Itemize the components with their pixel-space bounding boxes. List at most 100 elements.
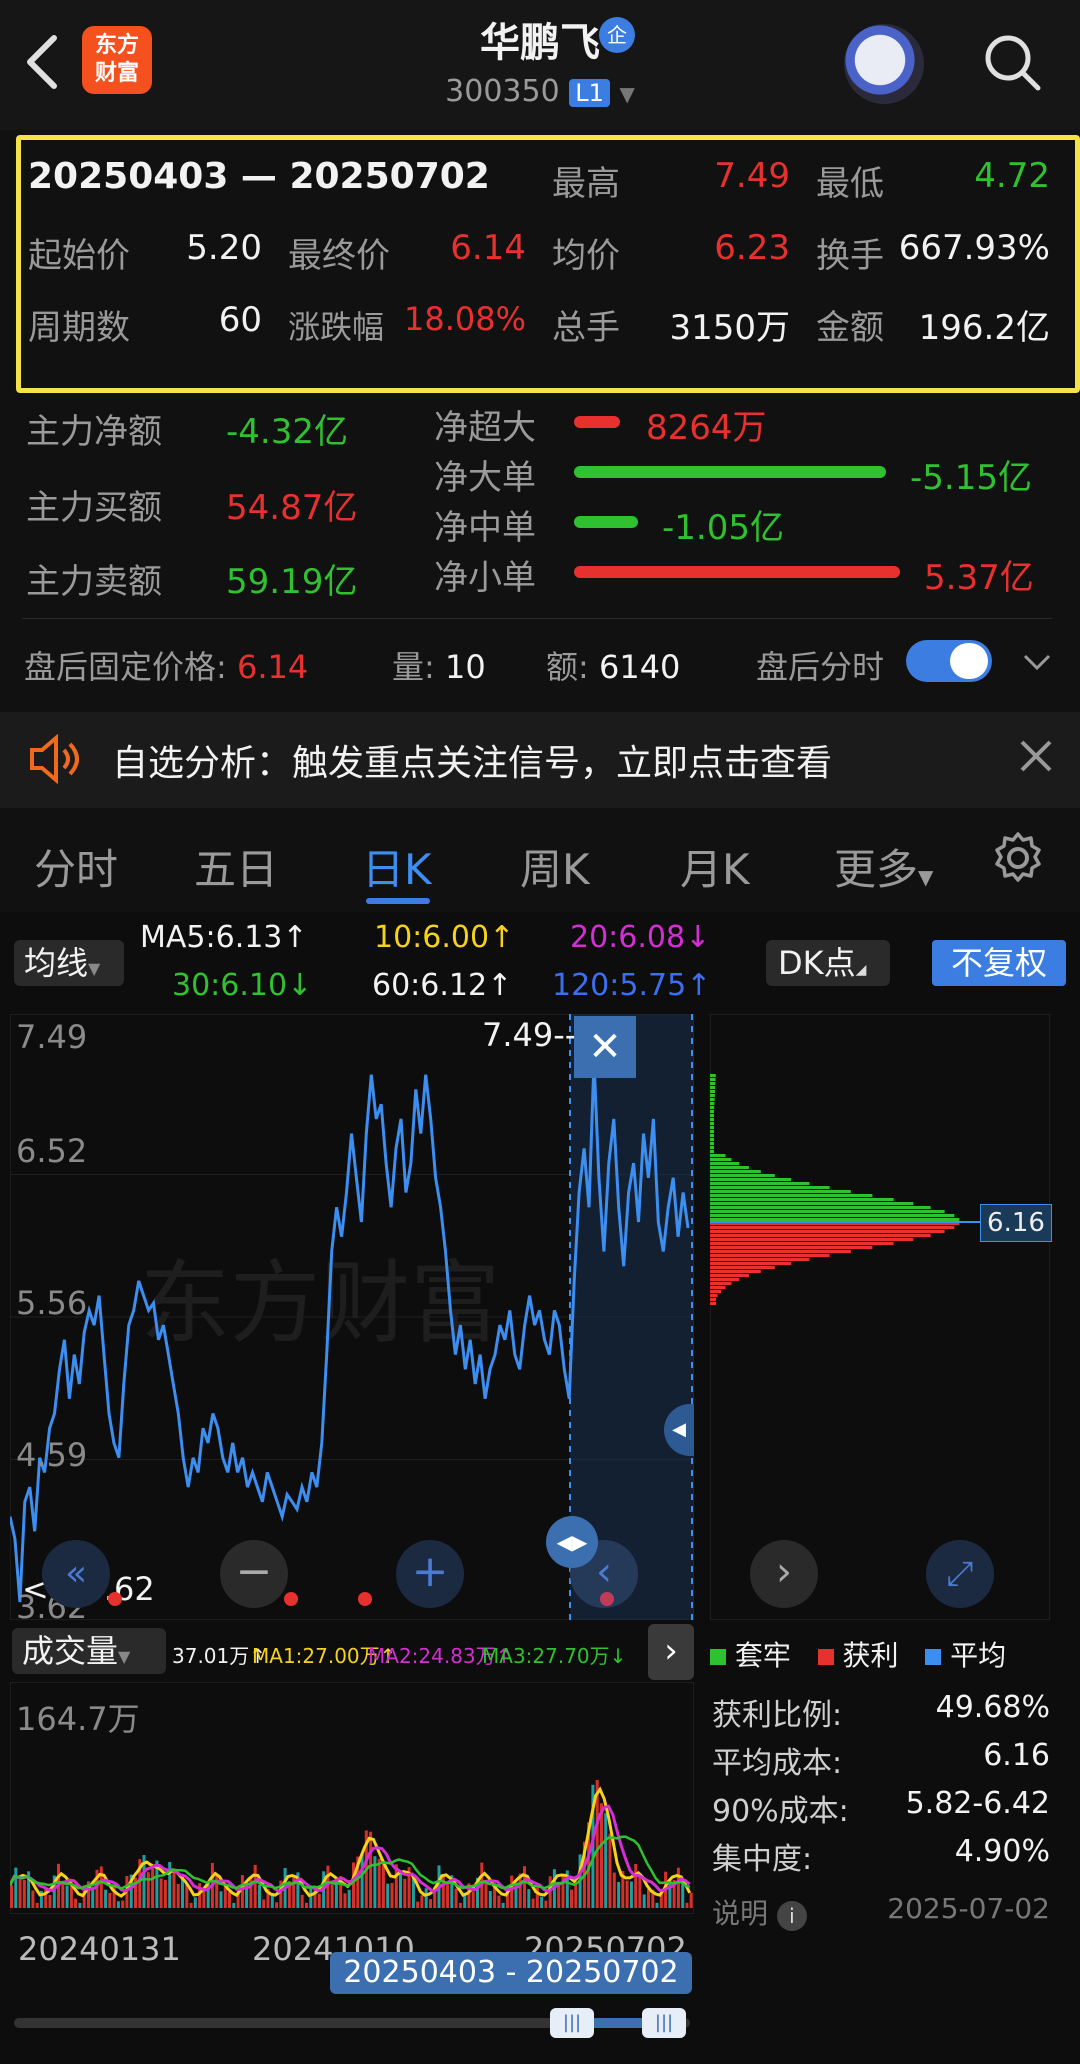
- profit-ratio-label: 获利比例:: [712, 1698, 843, 1733]
- volume-bar: [454, 1888, 458, 1908]
- chip-bar: [710, 1130, 714, 1133]
- tab-monthly-k[interactable]: 月K: [680, 836, 750, 897]
- after-vol: 量: 10: [392, 648, 486, 686]
- chevron-down-icon[interactable]: ▼: [619, 82, 634, 106]
- chip-bar: [710, 1298, 716, 1301]
- adjust-mode-button[interactable]: 不复权: [932, 940, 1066, 986]
- chip-bar: [710, 1294, 718, 1297]
- tab-weekly-k[interactable]: 周K: [520, 836, 590, 897]
- chip-bar: [710, 1206, 931, 1209]
- chip-bar: [710, 1214, 955, 1217]
- dk-marker[interactable]: [284, 1592, 298, 1606]
- robot-assistant-icon[interactable]: [844, 24, 924, 104]
- chip-date: 2025-07-02: [887, 1892, 1050, 1925]
- ma30-value: 30:6.10↓: [172, 968, 313, 1003]
- volume-bar: [146, 1872, 150, 1908]
- avg-value: 6.23: [714, 228, 790, 268]
- dk-marker[interactable]: [108, 1592, 122, 1606]
- avg-cost-value: 6.16: [983, 1738, 1050, 1773]
- chip-next-icon[interactable]: ›: [750, 1540, 818, 1608]
- volume-bar: [10, 1885, 13, 1908]
- scroll-left-fast-icon[interactable]: «: [42, 1540, 110, 1608]
- volume-bar: [647, 1889, 650, 1908]
- volume-bar: [420, 1895, 424, 1908]
- start-label: 起始价: [28, 236, 130, 276]
- chip-bar: [710, 1258, 810, 1261]
- chip-bar: [710, 1266, 775, 1269]
- range-drag-handle[interactable]: ◀▶: [546, 1516, 598, 1568]
- note-link[interactable]: 说明 i: [712, 1892, 807, 1932]
- chevron-down-icon[interactable]: [1022, 650, 1052, 674]
- tab-five-day[interactable]: 五日: [194, 836, 278, 897]
- tab-intraday[interactable]: 分时: [34, 836, 118, 897]
- main-net-value: -4.32亿: [226, 412, 348, 452]
- cost90-value: 5.82-6.42: [905, 1786, 1050, 1821]
- ma10-value: 10:6.00↑: [374, 920, 515, 955]
- range-end-handle[interactable]: |||: [642, 2008, 686, 2038]
- chip-bar: [710, 1198, 894, 1201]
- volume-bar: [685, 1902, 689, 1908]
- chip-bar: [710, 1230, 945, 1233]
- volume-bar: [258, 1884, 261, 1908]
- volume-bar: [317, 1893, 321, 1908]
- chip-bar: [710, 1182, 810, 1185]
- chip-bar: [710, 1194, 873, 1197]
- volume-selector[interactable]: 成交量▼: [12, 1628, 166, 1674]
- volume-next-icon[interactable]: ›: [648, 1624, 694, 1680]
- profit-ratio-value: 49.68%: [935, 1690, 1050, 1725]
- chip-bar: [710, 1246, 873, 1249]
- close-icon[interactable]: [1018, 738, 1054, 774]
- tab-daily-k[interactable]: 日K: [362, 836, 432, 897]
- volume-bar: [309, 1888, 313, 1908]
- xl-net-value: 8264万: [646, 408, 767, 448]
- search-icon[interactable]: [980, 30, 1044, 94]
- volume-bar: [369, 1831, 373, 1908]
- volume-bar: [386, 1883, 390, 1908]
- chip-distribution-chart[interactable]: [710, 1014, 1050, 1620]
- volume-bar: [424, 1888, 428, 1908]
- volume-bar: [411, 1877, 415, 1908]
- volume-bar: [531, 1898, 535, 1908]
- volume-bar: [608, 1833, 612, 1908]
- volume-bar: [642, 1894, 646, 1908]
- tab-more[interactable]: 更多▼: [834, 836, 933, 897]
- zoom-out-icon[interactable]: −: [220, 1540, 288, 1608]
- ma-selector[interactable]: 均线▼: [14, 940, 124, 986]
- volume-bar: [104, 1889, 108, 1908]
- volume-bar: [232, 1902, 236, 1908]
- start-value: 5.20: [186, 228, 262, 268]
- main-sell-label: 主力卖额: [26, 562, 162, 602]
- volume-bar: [163, 1879, 167, 1908]
- volume-bar: [18, 1879, 22, 1908]
- volume-bar: [334, 1880, 338, 1908]
- close-range-button[interactable]: ✕: [574, 1016, 636, 1078]
- volume-bar: [527, 1889, 531, 1908]
- after-amt: 额: 6140: [546, 648, 681, 686]
- dk-marker[interactable]: [600, 1592, 614, 1606]
- volume-bar: [497, 1895, 501, 1908]
- range-start-handle[interactable]: |||: [550, 2008, 594, 2038]
- chip-bar: [710, 1286, 726, 1289]
- divider: [22, 618, 1052, 619]
- volume-label: 总手: [552, 308, 620, 348]
- dk-marker[interactable]: [358, 1592, 372, 1606]
- after-hours-toggle[interactable]: [906, 640, 992, 682]
- chip-bar: [710, 1186, 830, 1189]
- volume-bar: [275, 1902, 279, 1908]
- volume-bar: [689, 1892, 693, 1908]
- volume-bar: [253, 1865, 257, 1908]
- gear-icon[interactable]: [990, 830, 1046, 886]
- notice-text[interactable]: 自选分析：触发重点关注信号，立即点击查看: [112, 734, 832, 786]
- volume-bar: [347, 1889, 351, 1908]
- dk-point-selector[interactable]: DK点◢: [766, 940, 890, 986]
- zoom-in-icon[interactable]: +: [396, 1540, 464, 1608]
- volume-bar: [202, 1890, 206, 1908]
- volume-bar: [634, 1864, 638, 1908]
- after-hours-row: 盘后固定价格: 6.14: [24, 642, 308, 688]
- chip-bar: [710, 1110, 714, 1113]
- volume-bar: [488, 1891, 492, 1908]
- volume-bar: [510, 1875, 514, 1908]
- price-axis-3: 5.56: [16, 1284, 88, 1322]
- period-tabs: 分时 五日 日K 周K 月K 更多▼: [0, 818, 1080, 908]
- expand-icon[interactable]: ⤢: [926, 1540, 994, 1608]
